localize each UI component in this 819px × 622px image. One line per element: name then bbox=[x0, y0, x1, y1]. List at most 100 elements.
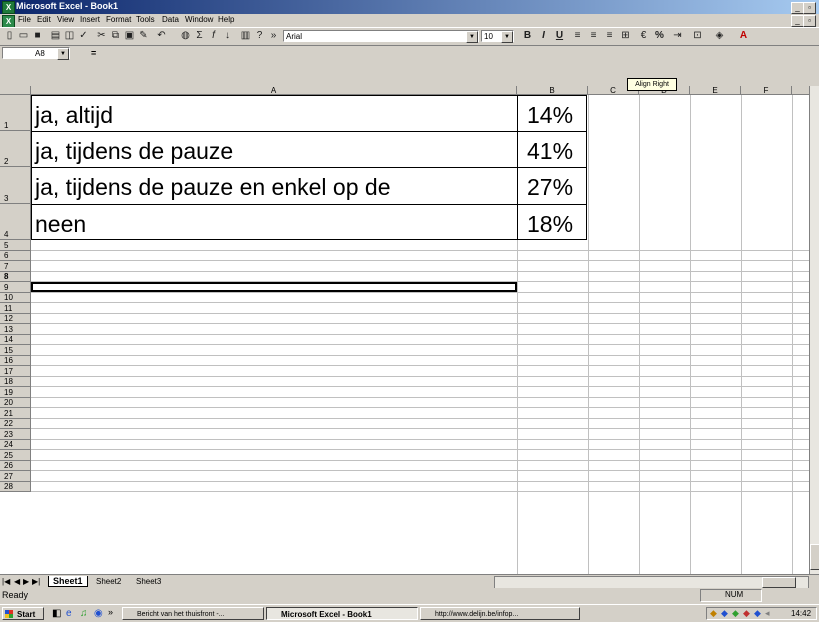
paste-icon[interactable]: ▣ bbox=[123, 30, 136, 42]
row-header[interactable]: 2 bbox=[0, 131, 31, 167]
tray-icon[interactable]: ◆ bbox=[743, 608, 750, 619]
chevron-down-icon[interactable]: ▼ bbox=[466, 31, 478, 43]
start-button[interactable]: Start bbox=[2, 607, 44, 620]
menu-help[interactable]: Help bbox=[218, 15, 234, 24]
menu-view[interactable]: View bbox=[57, 15, 74, 24]
font-size-select[interactable]: 10 ▼ bbox=[481, 30, 514, 43]
row-header[interactable]: 25 bbox=[0, 450, 31, 461]
copy-icon[interactable]: ⧉ bbox=[109, 30, 122, 42]
cell-b2[interactable]: 41% bbox=[527, 140, 573, 163]
first-sheet-icon[interactable]: |◀ bbox=[2, 577, 10, 586]
row-header[interactable]: 17 bbox=[0, 366, 31, 377]
row-header[interactable]: 28 bbox=[0, 481, 31, 492]
row-header[interactable]: 9 bbox=[0, 282, 31, 293]
row-header[interactable]: 5 bbox=[0, 240, 31, 251]
column-header-a[interactable]: A bbox=[31, 86, 517, 95]
taskbar-item-message[interactable]: Bericht van het thuisfront -... bbox=[122, 607, 264, 620]
row-header[interactable]: 8 bbox=[0, 271, 31, 282]
cell-b3[interactable]: 27% bbox=[527, 176, 573, 199]
align-center-icon[interactable]: ≡ bbox=[587, 30, 600, 42]
row-header[interactable]: 1 bbox=[0, 95, 31, 131]
chevron-down-icon[interactable]: ▼ bbox=[57, 48, 69, 60]
cell-a3[interactable]: ja, tijdens de pauze en enkel op de bbox=[35, 176, 391, 199]
align-right-icon[interactable]: ≡ bbox=[603, 30, 616, 42]
more-buttons-icon[interactable]: » bbox=[267, 30, 280, 42]
function-icon[interactable]: f bbox=[207, 30, 220, 42]
tray-icon[interactable]: ◆ bbox=[754, 608, 761, 619]
merge-center-icon[interactable]: ⊞ bbox=[619, 30, 632, 42]
hscroll-thumb[interactable] bbox=[762, 577, 796, 588]
menu-window[interactable]: Window bbox=[185, 15, 213, 24]
print-preview-icon[interactable]: ◫ bbox=[63, 30, 76, 42]
row-header[interactable]: 23 bbox=[0, 429, 31, 440]
tab-sheet3[interactable]: Sheet3 bbox=[136, 577, 161, 586]
taskbar-item-browser[interactable]: http://www.delijn.be/infop... bbox=[420, 607, 580, 620]
help-icon[interactable]: ? bbox=[253, 30, 266, 42]
prev-sheet-icon[interactable]: ◀ bbox=[14, 577, 20, 586]
row-header[interactable]: 19 bbox=[0, 387, 31, 398]
spelling-icon[interactable]: ✓ bbox=[77, 30, 90, 42]
maximize-button[interactable]: ▫ bbox=[803, 2, 816, 14]
cell-a1[interactable]: ja, altijd bbox=[35, 104, 113, 127]
row-header[interactable]: 18 bbox=[0, 376, 31, 387]
print-icon[interactable]: ▤ bbox=[49, 30, 62, 42]
row-header[interactable]: 22 bbox=[0, 418, 31, 429]
row-header[interactable]: 3 bbox=[0, 167, 31, 204]
active-cell-a8[interactable] bbox=[31, 282, 517, 292]
select-all-corner[interactable] bbox=[0, 86, 31, 95]
font-name-select[interactable]: Arial ▼ bbox=[283, 30, 479, 43]
hyperlink-icon[interactable]: ◍ bbox=[179, 30, 192, 42]
bold-button[interactable]: B bbox=[521, 30, 534, 42]
percent-button[interactable]: % bbox=[653, 30, 666, 42]
row-header[interactable]: 10 bbox=[0, 292, 31, 303]
increase-indent-icon[interactable]: ⇥ bbox=[671, 30, 684, 42]
sort-ascending-icon[interactable]: ↓ bbox=[221, 30, 234, 42]
column-header-f[interactable]: F bbox=[741, 86, 792, 95]
row-header[interactable]: 12 bbox=[0, 313, 31, 324]
italic-button[interactable]: I bbox=[537, 30, 550, 42]
chart-wizard-icon[interactable]: ▥ bbox=[239, 30, 252, 42]
cell-a2[interactable]: ja, tijdens de pauze bbox=[35, 140, 233, 163]
format-painter-icon[interactable]: ✎ bbox=[137, 30, 150, 42]
fill-color-icon[interactable]: ◈ bbox=[713, 30, 726, 42]
menu-file[interactable]: File bbox=[18, 15, 31, 24]
more-quicklaunch-icon[interactable]: » bbox=[108, 607, 113, 617]
menu-insert[interactable]: Insert bbox=[80, 15, 100, 24]
menu-format[interactable]: Format bbox=[106, 15, 131, 24]
borders-icon[interactable]: ⊡ bbox=[691, 30, 704, 42]
currency-icon[interactable]: € bbox=[637, 30, 650, 42]
last-sheet-icon[interactable]: ▶| bbox=[32, 577, 40, 586]
cell-a4[interactable]: neen bbox=[35, 213, 86, 236]
vertical-scrollbar[interactable] bbox=[809, 86, 819, 574]
open-icon[interactable]: ▭ bbox=[17, 30, 30, 42]
name-box[interactable]: A8 ▼ bbox=[2, 47, 70, 60]
tab-sheet2[interactable]: Sheet2 bbox=[96, 577, 121, 586]
volume-icon[interactable]: ◂ bbox=[765, 608, 770, 619]
row-header[interactable]: 20 bbox=[0, 397, 31, 408]
save-icon[interactable]: ■ bbox=[31, 30, 44, 42]
ie-icon[interactable]: e bbox=[66, 608, 72, 619]
row-header[interactable]: 6 bbox=[0, 250, 31, 261]
cell-b4[interactable]: 18% bbox=[527, 213, 573, 236]
menu-tools[interactable]: Tools bbox=[136, 15, 155, 24]
tray-icon[interactable]: ◆ bbox=[732, 608, 739, 619]
row-header[interactable]: 14 bbox=[0, 334, 31, 345]
tray-icon[interactable]: ◆ bbox=[721, 608, 728, 619]
doc-restore-button[interactable]: ▫ bbox=[803, 15, 816, 27]
row-header[interactable]: 13 bbox=[0, 324, 31, 335]
row-header[interactable]: 4 bbox=[0, 204, 31, 240]
column-header-b[interactable]: B bbox=[517, 86, 588, 95]
media-icon[interactable]: ♫ bbox=[80, 608, 88, 619]
chevron-down-icon[interactable]: ▼ bbox=[501, 31, 513, 43]
formula-equals-button[interactable]: = bbox=[91, 48, 96, 58]
next-sheet-icon[interactable]: ▶ bbox=[23, 577, 29, 586]
tab-sheet1[interactable]: Sheet1 bbox=[48, 576, 88, 587]
row-header[interactable]: 11 bbox=[0, 303, 31, 314]
row-header[interactable]: 15 bbox=[0, 345, 31, 356]
autosum-icon[interactable]: Σ bbox=[193, 30, 206, 42]
row-header[interactable]: 27 bbox=[0, 471, 31, 482]
menu-data[interactable]: Data bbox=[162, 15, 179, 24]
scroll-thumb[interactable] bbox=[810, 544, 819, 570]
taskbar-item-excel[interactable]: Microsoft Excel - Book1 bbox=[266, 607, 418, 620]
menu-edit[interactable]: Edit bbox=[37, 15, 51, 24]
